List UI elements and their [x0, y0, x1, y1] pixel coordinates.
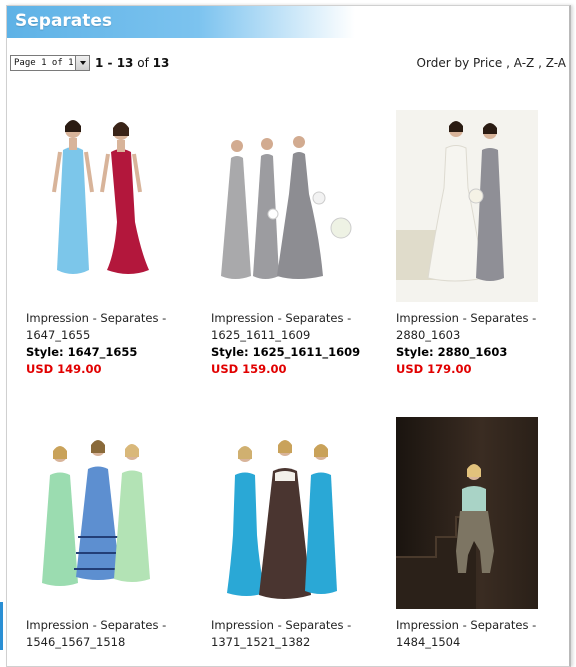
page-select[interactable]: Page 1 of 1 [10, 55, 90, 71]
product-title[interactable]: Impression - Separates - 1371_1521_1382 [211, 617, 381, 651]
product-title[interactable]: Impression - Separates - 2880_1603 [396, 310, 566, 344]
sort-az-link[interactable]: A-Z [514, 56, 535, 70]
product-title[interactable]: Impression - Separates - 1647_1655 [26, 310, 196, 344]
sort-options: Order by Price , A-Z , Z-A [417, 56, 566, 70]
sort-za-link[interactable]: Z-A [546, 56, 566, 70]
product-price: USD 179.00 [396, 362, 472, 376]
product-style: Style: 1625_1611_1609 [211, 345, 361, 359]
edge-marker [0, 602, 3, 650]
sort-label: Order by [416, 56, 470, 70]
product-price: USD 149.00 [26, 362, 102, 376]
product-title[interactable]: Impression - Separates - 1546_1567_1518 [26, 617, 196, 651]
product-photo[interactable] [396, 417, 538, 609]
range-of: of [133, 56, 153, 70]
product-card[interactable]: Impression - Separates - 1647_1655 Style… [26, 110, 196, 378]
product-card[interactable]: Impression - Separates - 1625_1611_1609 … [211, 110, 381, 378]
product-photo[interactable] [211, 110, 353, 302]
product-style: Style: 1647_1655 [26, 345, 138, 359]
section-header: Separates [7, 6, 355, 38]
sort-price-link[interactable]: Price [473, 56, 502, 70]
product-photo[interactable] [211, 417, 353, 609]
chevron-down-icon[interactable] [75, 56, 89, 70]
pagination: Page 1 of 1 1 - 13 of 13 [10, 54, 169, 72]
product-photo[interactable] [396, 110, 538, 302]
range-sep: - [103, 56, 117, 70]
product-title[interactable]: Impression - Separates - 1625_1611_1609 [211, 310, 381, 344]
product-card[interactable]: Impression - Separates - 2880_1603 Style… [396, 110, 566, 378]
product-card[interactable]: Impression - Separates - 1546_1567_1518 [26, 417, 196, 651]
product-title[interactable]: Impression - Separates - 1484_1504 [396, 617, 566, 651]
product-photo[interactable] [26, 110, 168, 302]
product-style: Style: 2880_1603 [396, 345, 508, 359]
result-range: 1 - 13 of 13 [95, 56, 169, 70]
product-photo[interactable] [26, 417, 168, 609]
sort-sep: , [534, 56, 546, 70]
product-card[interactable]: Impression - Separates - 1371_1521_1382 [211, 417, 381, 651]
range-end: 13 [116, 56, 134, 70]
page-select-value: Page 1 of 1 [14, 58, 74, 68]
product-card[interactable]: Impression - Separates - 1484_1504 [396, 417, 566, 651]
product-price: USD 159.00 [211, 362, 287, 376]
sort-sep: , [502, 56, 514, 70]
section-title: Separates [15, 11, 113, 31]
range-total: 13 [152, 56, 170, 70]
